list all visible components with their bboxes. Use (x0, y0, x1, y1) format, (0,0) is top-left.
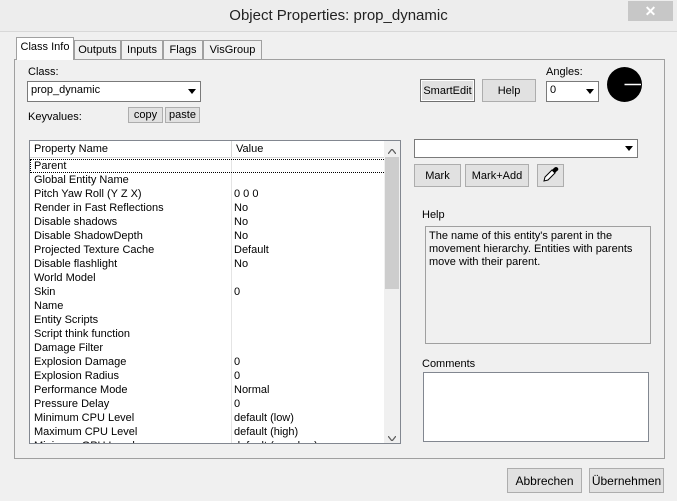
property-value: Normal (234, 384, 270, 396)
property-row[interactable]: Projected Texture Cache Default (30, 243, 386, 257)
property-name: Render in Fast Reflections (34, 202, 164, 214)
comments-label: Comments (422, 358, 476, 370)
property-name: Minimum CPU Level (34, 412, 135, 424)
smartedit-button[interactable]: SmartEdit (420, 79, 475, 102)
class-value: prop_dynamic (31, 84, 101, 96)
value-combo[interactable] (414, 139, 638, 158)
apply-button[interactable]: Übernehmen (589, 468, 664, 493)
property-list-scrollbar[interactable] (384, 141, 400, 443)
property-row[interactable]: Maximum CPU Level default (high) (30, 425, 386, 439)
angle-dial-icon[interactable] (606, 66, 643, 103)
property-row[interactable]: Entity Scripts (30, 313, 386, 327)
property-value: default (very low) (234, 439, 318, 443)
property-row[interactable]: Pressure Delay 0 (30, 397, 386, 411)
property-row[interactable]: Damage Filter (30, 341, 386, 355)
paste-button[interactable]: paste (165, 107, 200, 123)
property-row[interactable]: Skin 0 (30, 285, 386, 299)
property-row[interactable]: Parent (30, 159, 386, 173)
property-value: No (234, 258, 249, 270)
column-header-value[interactable]: Value (232, 141, 386, 157)
property-value: 0 (234, 398, 241, 410)
property-value: default (high) (234, 426, 299, 438)
property-value: No (234, 202, 249, 214)
property-row[interactable]: Global Entity Name (30, 173, 386, 187)
property-name: Name (34, 300, 64, 312)
property-name: Explosion Damage (34, 356, 127, 368)
comments-textarea[interactable] (423, 372, 649, 442)
help-button[interactable]: Help (482, 79, 536, 102)
property-row[interactable]: Performance Mode Normal (30, 383, 386, 397)
property-value: 0 (234, 370, 241, 382)
close-button[interactable]: ✕ (628, 1, 673, 21)
property-name: Global Entity Name (34, 174, 129, 186)
property-name: Explosion Radius (34, 370, 119, 382)
property-row[interactable]: Pitch Yaw Roll (Y Z X) 0 0 0 (30, 187, 386, 201)
property-row[interactable]: Name (30, 299, 386, 313)
eyedropper-icon (542, 165, 560, 186)
property-value: Default (234, 244, 269, 256)
property-row[interactable]: Minimum CPU Level default (low) (30, 411, 386, 425)
property-name: Damage Filter (34, 342, 104, 354)
property-name: Projected Texture Cache (34, 244, 155, 256)
chevron-down-icon (184, 82, 200, 101)
property-name: Disable ShadowDepth (34, 230, 143, 242)
property-row[interactable]: Script think function (30, 327, 386, 341)
chevron-down-icon (582, 82, 598, 101)
property-value: No (234, 230, 249, 242)
property-name: Script think function (34, 328, 130, 340)
property-list[interactable]: Property Name Value Parent Global Entity … (29, 140, 401, 444)
help-text: The name of this entity's parent in the … (425, 226, 651, 344)
property-name: Parent (34, 160, 67, 172)
mark-button[interactable]: Mark (414, 164, 461, 187)
help-section-label: Help (422, 209, 445, 221)
tab-flags[interactable]: Flags (163, 40, 203, 59)
mark-add-button[interactable]: Mark+Add (465, 164, 529, 187)
property-row[interactable]: World Model (30, 271, 386, 285)
property-row[interactable]: Render in Fast Reflections No (30, 201, 386, 215)
angles-label: Angles: (546, 66, 583, 78)
property-name: Pitch Yaw Roll (Y Z X) (34, 188, 142, 200)
property-row[interactable]: Minimum GPU Level default (very low) (30, 439, 386, 443)
angles-combo[interactable]: 0 (546, 81, 599, 102)
property-name: Disable flashlight (34, 258, 118, 270)
chevron-down-icon (621, 140, 637, 157)
class-combo[interactable]: prop_dynamic (27, 81, 201, 102)
tab-class-info[interactable]: Class Info (16, 37, 74, 60)
property-row[interactable]: Explosion Radius 0 (30, 369, 386, 383)
property-name: Disable shadows (34, 216, 118, 228)
property-row[interactable]: Disable flashlight No (30, 257, 386, 271)
tab-inputs[interactable]: Inputs (121, 40, 163, 59)
tab-visgroup[interactable]: VisGroup (203, 40, 262, 59)
property-value: 0 (234, 286, 241, 298)
keyvalues-label: Keyvalues: (28, 111, 82, 123)
property-name: Skin (34, 286, 56, 298)
property-name: Maximum CPU Level (34, 426, 138, 438)
tab-outputs[interactable]: Outputs (74, 40, 121, 59)
property-row[interactable]: Disable ShadowDepth No (30, 229, 386, 243)
property-row[interactable]: Disable shadows No (30, 215, 386, 229)
property-name: World Model (34, 272, 96, 284)
property-value: 0 (234, 356, 241, 368)
property-name: Minimum GPU Level (34, 439, 230, 443)
class-label: Class: (28, 66, 59, 78)
angles-value: 0 (550, 84, 557, 96)
property-name: Pressure Delay (34, 398, 110, 410)
property-value: No (234, 216, 249, 228)
eyedropper-button[interactable] (537, 164, 564, 187)
cancel-button[interactable]: Abbrechen (507, 468, 582, 493)
property-value: 0 0 0 (234, 188, 259, 200)
close-icon: ✕ (644, 3, 657, 19)
property-list-header: Property Name Value (30, 141, 386, 158)
property-name: Performance Mode (34, 384, 128, 396)
scroll-thumb[interactable] (385, 157, 399, 289)
column-header-property-name[interactable]: Property Name (30, 141, 232, 157)
property-name: Entity Scripts (34, 314, 99, 326)
copy-button[interactable]: copy (128, 107, 163, 123)
scroll-down-icon[interactable] (387, 432, 397, 443)
window-title: Object Properties: prop_dynamic (229, 7, 448, 24)
scroll-up-icon[interactable] (387, 145, 397, 157)
property-row[interactable]: Explosion Damage 0 (30, 355, 386, 369)
property-value: default (low) (234, 412, 294, 424)
